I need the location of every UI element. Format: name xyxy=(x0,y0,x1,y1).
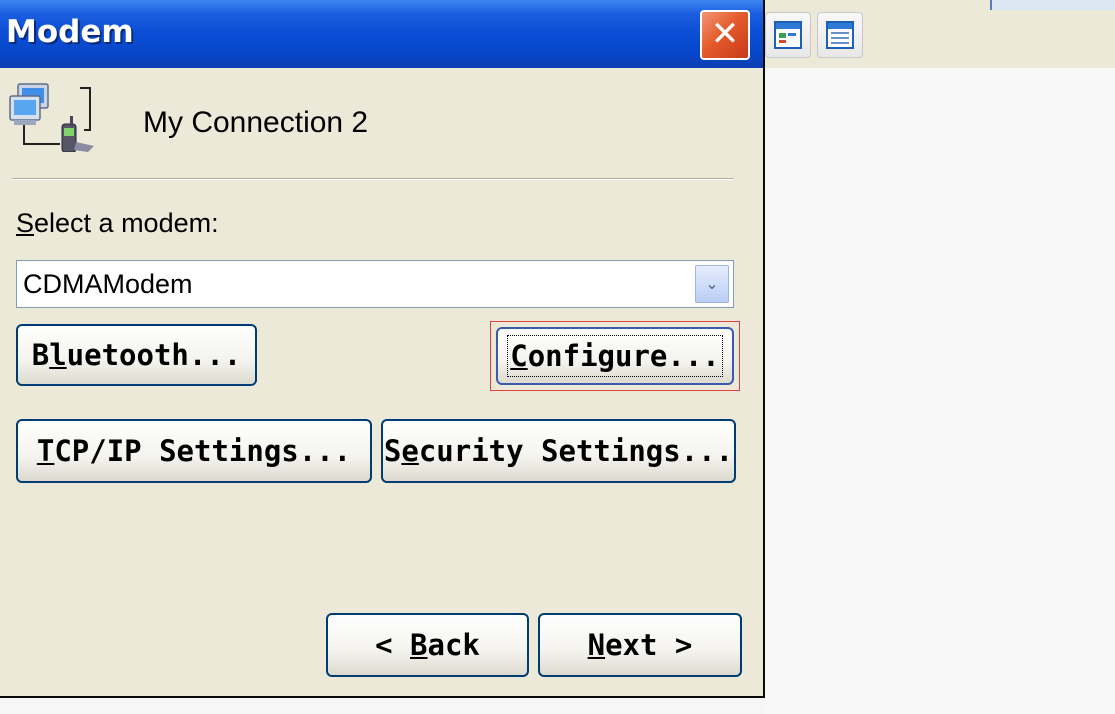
app-window: Modem ✕ My Connection 2 Select a modem: … xyxy=(0,0,1115,714)
dropdown-button[interactable]: ⌄ xyxy=(695,265,729,303)
modem-select-value: CDMAModem xyxy=(23,269,193,299)
bluetooth-button[interactable]: Bluetooth... xyxy=(16,324,257,386)
corner-widget xyxy=(990,0,1115,10)
configure-highlight-frame: Configure... xyxy=(490,321,740,391)
modem-select[interactable]: CDMAModem ⌄ xyxy=(16,260,734,308)
title-bar: Modem ✕ xyxy=(0,0,763,68)
security-settings-button[interactable]: Security Settings... xyxy=(381,419,736,483)
select-modem-label: Select a modem: xyxy=(16,208,219,238)
toolbar-strip xyxy=(760,0,1115,68)
network-computer-phone-icon xyxy=(9,83,94,152)
dialog-content: My Connection 2 Select a modem: CDMAMode… xyxy=(0,68,763,696)
window-layout-button[interactable] xyxy=(765,12,811,58)
window-layout-icon xyxy=(774,21,802,49)
configure-button[interactable]: Configure... xyxy=(496,327,734,385)
calendar-grid-button[interactable] xyxy=(817,12,863,58)
close-button[interactable]: ✕ xyxy=(700,10,750,60)
separator xyxy=(12,178,734,180)
window-title: Modem xyxy=(6,14,134,50)
chevron-down-icon: ⌄ xyxy=(705,274,719,293)
connection-name: My Connection 2 xyxy=(143,106,369,139)
background-panel xyxy=(765,0,1115,714)
tcpip-settings-button[interactable]: TCP/IP Settings... xyxy=(16,419,372,483)
next-button[interactable]: Next > xyxy=(538,613,742,677)
close-icon: ✕ xyxy=(710,14,740,54)
back-button[interactable]: < Back xyxy=(326,613,529,677)
modem-dialog: Modem ✕ My Connection 2 Select a modem: … xyxy=(0,0,765,698)
calendar-grid-icon xyxy=(826,21,854,49)
